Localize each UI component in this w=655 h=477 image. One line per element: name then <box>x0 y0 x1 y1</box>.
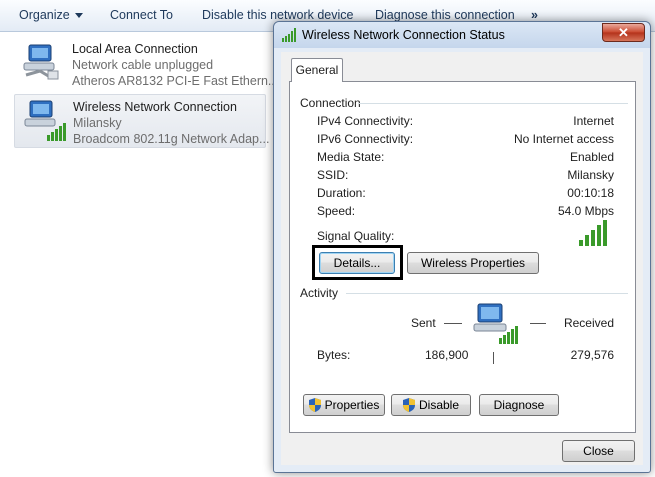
dialog-client-area: General Connection IPv4 Connectivity: In… <box>281 52 643 465</box>
diagnose-button[interactable]: Diagnose <box>479 394 559 416</box>
wireless-properties-button[interactable]: Wireless Properties <box>407 252 539 274</box>
title-close-button[interactable]: ✕ <box>602 23 645 42</box>
duration-label: Duration: <box>317 186 366 200</box>
diagnose-connection-button[interactable]: Diagnose this connection <box>375 8 515 22</box>
connection-adapter: Atheros AR8132 PCI-E Fast Ethern... <box>72 74 279 88</box>
uac-shield-icon <box>402 398 415 412</box>
disable-button-label: Disable <box>418 398 460 412</box>
connection-group-divider <box>358 103 628 104</box>
bytes-sent-value: 186,900 <box>425 348 469 362</box>
signal-quality-meter <box>579 220 607 246</box>
disable-device-button[interactable]: Disable this network device <box>202 8 353 22</box>
wired-network-icon <box>23 44 59 80</box>
ipv6-label: IPv6 Connectivity: <box>317 132 414 146</box>
tab-general[interactable]: General <box>291 58 343 82</box>
properties-button-label: Properties <box>324 398 380 412</box>
disable-button[interactable]: Disable <box>391 394 471 416</box>
ipv4-label: IPv4 Connectivity: <box>317 114 414 128</box>
received-dash <box>530 323 546 324</box>
connection-status: Network cable unplugged <box>72 58 214 72</box>
activity-group-label: Activity <box>300 286 339 300</box>
speed-label: Speed: <box>317 204 356 218</box>
connection-group-label: Connection <box>300 96 361 110</box>
network-activity-icon <box>473 303 518 344</box>
connection-status: Milansky <box>73 116 122 130</box>
activity-group-divider <box>346 293 628 294</box>
signal-quality-label: Signal Quality: <box>317 229 395 243</box>
speed-value: 54.0 Mbps <box>557 204 614 218</box>
uac-shield-icon <box>308 398 321 412</box>
bytes-label: Bytes: <box>317 348 351 362</box>
ssid-value: Milansky <box>567 168 614 182</box>
connection-name: Local Area Connection <box>72 42 198 56</box>
signal-bar <box>603 220 607 246</box>
close-icon: ✕ <box>618 25 629 40</box>
ipv6-value: No Internet access <box>513 132 614 146</box>
wireless-network-icon <box>24 100 66 141</box>
activity-divider <box>493 352 494 364</box>
general-tab-panel: Connection IPv4 Connectivity: Internet I… <box>289 81 636 433</box>
dialog-titlebar[interactable]: Wireless Network Connection Status ✕ <box>274 22 650 48</box>
sent-dash <box>444 323 462 324</box>
wireless-status-dialog: Wireless Network Connection Status ✕ Gen… <box>273 21 651 473</box>
received-label: Received <box>563 316 614 330</box>
connection-name: Wireless Network Connection <box>73 100 237 114</box>
signal-bar <box>579 240 583 246</box>
wireless-network-connection-item[interactable]: Wireless Network Connection Milansky Bro… <box>14 94 270 148</box>
signal-bar <box>585 235 589 246</box>
signal-bar <box>597 225 601 246</box>
media-state-label: Media State: <box>317 150 385 164</box>
connect-to-button[interactable]: Connect To <box>110 8 173 22</box>
signal-bar <box>591 230 595 246</box>
signal-strength-icon <box>282 28 296 42</box>
details-button[interactable]: Details... <box>319 252 395 274</box>
bytes-received-value: 279,576 <box>570 348 614 362</box>
caret-down-icon <box>74 13 83 19</box>
properties-button[interactable]: Properties <box>303 394 385 416</box>
ipv4-value: Internet <box>573 114 614 128</box>
dialog-title: Wireless Network Connection Status <box>302 28 505 42</box>
more-commands-button[interactable]: » <box>531 8 538 22</box>
organize-menu[interactable]: Organize <box>19 8 83 22</box>
close-button[interactable]: Close <box>562 440 635 462</box>
ssid-label: SSID: <box>317 168 349 182</box>
local-area-connection-item[interactable]: Local Area Connection Network cable unpl… <box>14 37 278 91</box>
duration-value: 00:10:18 <box>567 186 614 200</box>
media-state-value: Enabled <box>569 150 614 164</box>
sent-label: Sent <box>411 316 436 330</box>
connection-adapter: Broadcom 802.11g Network Adap... <box>73 132 270 146</box>
